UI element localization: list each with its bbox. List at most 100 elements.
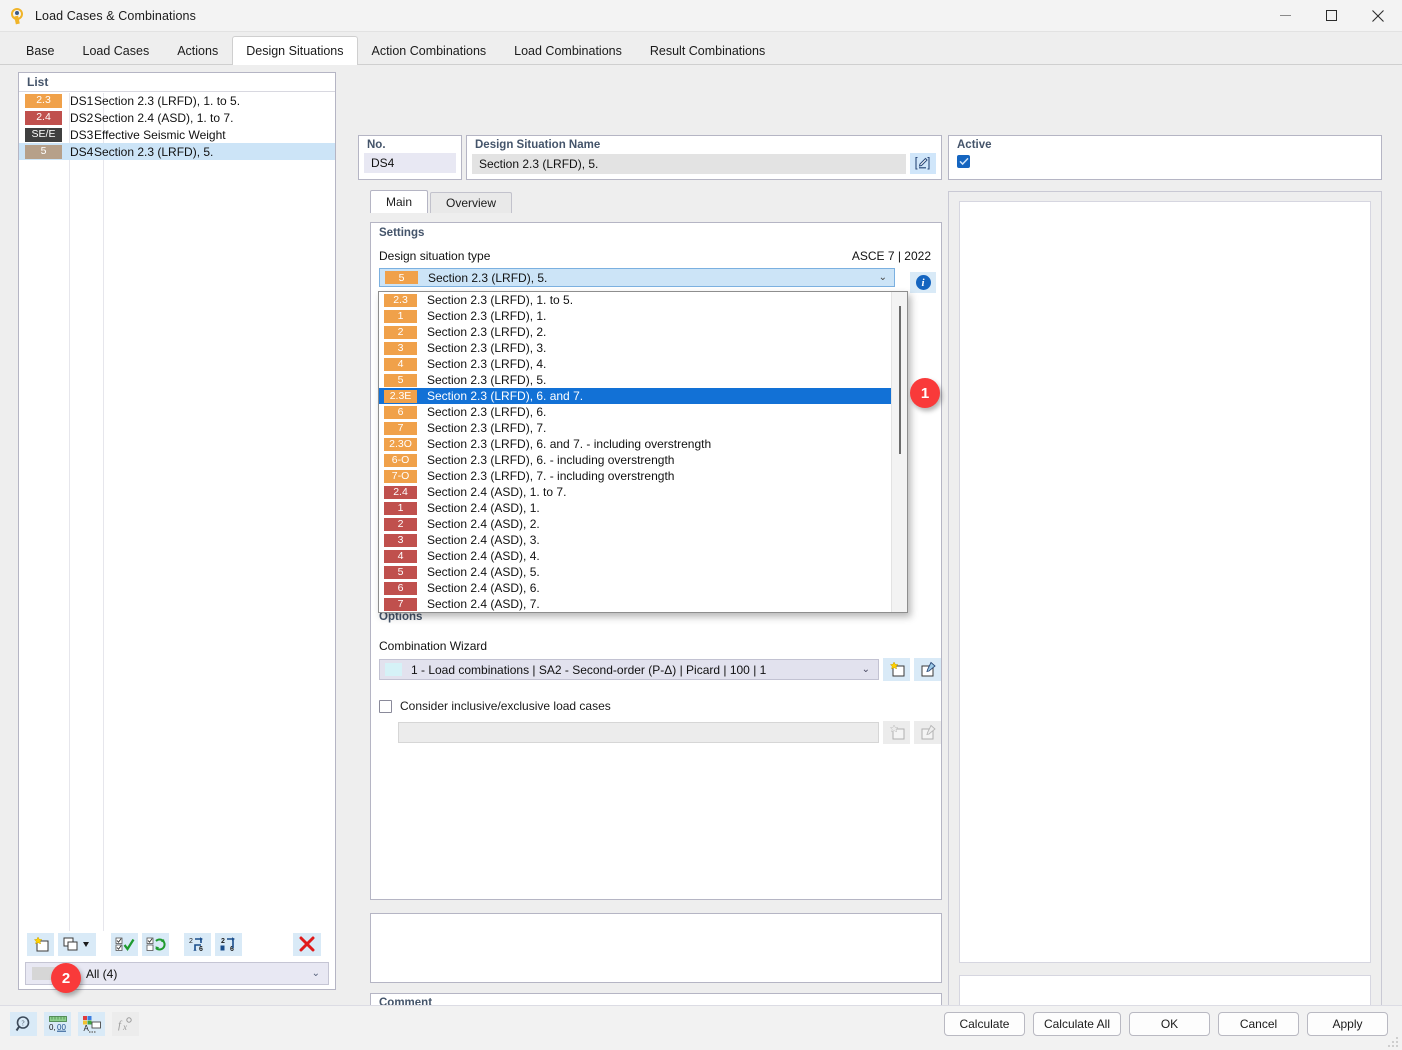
chevron-down-icon[interactable]: ⌄ [862, 664, 870, 675]
edit-pencil-icon[interactable] [910, 153, 936, 174]
combination-wizard-combo[interactable]: 1 - Load combinations | SA2 - Second-ord… [379, 659, 879, 680]
no-value[interactable]: DS4 [364, 153, 456, 173]
item-badge: 3 [384, 341, 417, 355]
item-text: Section 2.3 (LRFD), 6. and 7. [427, 389, 584, 403]
item-text: Section 2.3 (LRFD), 6. and 7. - includin… [427, 437, 712, 451]
item-badge: 1 [384, 309, 417, 323]
dropdown-item[interactable]: 1 Section 2.4 (ASD), 1. [379, 500, 891, 516]
design-situation-name-input[interactable]: Section 2.3 (LRFD), 5. [472, 153, 906, 174]
item-text: Section 2.3 (LRFD), 3. [427, 341, 547, 355]
dropdown-item[interactable]: 1 Section 2.3 (LRFD), 1. [379, 308, 891, 324]
consider-inclusive-checkbox[interactable] [379, 699, 392, 713]
item-text: Section 2.3 (LRFD), 6. [427, 405, 547, 419]
display-properties-icon[interactable]: A [78, 1012, 105, 1036]
check-all-icon[interactable] [111, 932, 138, 956]
dropdown-item[interactable]: 5 Section 2.4 (ASD), 5. [379, 564, 891, 580]
footer-button-group: Calculate Calculate All OK Cancel Apply [943, 1012, 1388, 1036]
dropdown-item[interactable]: 2 Section 2.3 (LRFD), 2. [379, 324, 891, 340]
row-number: DS4 [70, 144, 94, 159]
search-objects-icon[interactable]: ? [10, 1012, 37, 1036]
ok-button[interactable]: OK [1129, 1012, 1210, 1036]
row-name: Effective Seismic Weight [94, 127, 226, 142]
dropdown-item[interactable]: 2 Section 2.4 (ASD), 2. [379, 516, 891, 532]
dropdown-item[interactable]: 3 Section 2.3 (LRFD), 3. [379, 340, 891, 356]
design-situation-type-dropdown[interactable]: 2.3 Section 2.3 (LRFD), 1. to 5. 1 Section… [378, 291, 908, 613]
row-number: DS1 [70, 93, 94, 108]
active-checkbox[interactable] [957, 155, 970, 168]
info-icon[interactable]: i [910, 272, 936, 293]
row-badge: 5 [25, 144, 62, 159]
tab-load-cases[interactable]: Load Cases [69, 37, 164, 64]
renumber-sequential-icon[interactable]: 2 6 [215, 932, 242, 956]
tab-action-combinations[interactable]: Action Combinations [358, 37, 501, 64]
design-situation-type-combo[interactable]: 5 Section 2.3 (LRFD), 5. ⌄ [379, 268, 895, 287]
active-group: Active [948, 135, 1382, 180]
minimize-icon[interactable] [1262, 0, 1308, 32]
apply-button[interactable]: Apply [1307, 1012, 1388, 1036]
dropdown-item[interactable]: 2.3O Section 2.3 (LRFD), 6. and 7. - incl… [379, 436, 891, 452]
design-situations-list-panel: List 2.3 DS1 Section 2.3 (LRFD), 1. to 5… [18, 72, 336, 990]
tab-base[interactable]: Base [12, 37, 69, 64]
dropdown-item[interactable]: 2.3 Section 2.3 (LRFD), 1. to 5. [379, 292, 891, 308]
renumber-icon[interactable]: 2 6 [184, 932, 211, 956]
dropdown-item[interactable]: 6 Section 2.3 (LRFD), 6. [379, 404, 891, 420]
tab-actions[interactable]: Actions [163, 37, 232, 64]
copy-item-dropdown-icon[interactable] [58, 932, 96, 956]
calculate-button[interactable]: Calculate [943, 1012, 1025, 1036]
item-text: Section 2.4 (ASD), 4. [427, 549, 540, 563]
maximize-icon[interactable] [1308, 0, 1354, 32]
dropdown-item[interactable]: 7-O Section 2.3 (LRFD), 7. - including ov… [379, 468, 891, 484]
chevron-down-icon[interactable]: ⌄ [312, 968, 320, 979]
chevron-down-icon[interactable]: ⌄ [879, 272, 887, 283]
preview-canvas[interactable] [959, 201, 1371, 963]
footer-icon-group: ? 0, 00 A f x [10, 1012, 139, 1036]
svg-text:2: 2 [221, 938, 225, 945]
tab-overview[interactable]: Overview [430, 192, 513, 213]
item-badge: 1 [384, 501, 417, 515]
dropdown-item[interactable]: 2.4 Section 2.4 (ASD), 1. to 7. [379, 484, 891, 500]
window-controls [1262, 0, 1402, 32]
edit-wizard-icon[interactable] [914, 658, 941, 681]
tab-main[interactable]: Main [370, 190, 429, 213]
design-situation-name-label: Design Situation Name [475, 139, 601, 151]
close-icon[interactable] [1354, 0, 1402, 32]
item-badge: 2.3E [384, 389, 417, 403]
dropdown-item[interactable]: 7 Section 2.3 (LRFD), 7. [379, 420, 891, 436]
consider-inclusive-row[interactable]: Consider inclusive/exclusive load cases [379, 699, 941, 713]
item-badge: 4 [384, 549, 417, 563]
calculate-all-button[interactable]: Calculate All [1032, 1012, 1121, 1036]
tab-result-combinations[interactable]: Result Combinations [636, 37, 779, 64]
dropdown-item[interactable]: 3 Section 2.4 (ASD), 3. [379, 532, 891, 548]
item-text: Section 2.4 (ASD), 6. [427, 581, 540, 595]
new-wizard-icon[interactable] [883, 658, 910, 681]
dropdown-item[interactable]: 6 Section 2.4 (ASD), 6. [379, 580, 891, 596]
combo-badge: 5 [385, 271, 418, 284]
dropdown-scrollbar[interactable] [891, 292, 907, 612]
tab-design-situations[interactable]: Design Situations [232, 36, 358, 65]
invert-selection-icon[interactable] [142, 932, 169, 956]
item-badge: 2.3 [384, 293, 417, 307]
list-item[interactable]: SE/E DS3 Effective Seismic Weight [19, 126, 335, 143]
dropdown-item[interactable]: 7 Section 2.4 (ASD), 7. [379, 596, 891, 612]
list-rows: 2.3 DS1 Section 2.3 (LRFD), 1. to 5. 2.4… [19, 92, 335, 160]
item-badge: 4 [384, 357, 417, 371]
info-glyph: i [915, 275, 931, 290]
delete-x-icon[interactable] [293, 932, 321, 956]
resize-grip-icon[interactable] [1387, 1036, 1399, 1048]
list-item[interactable]: 2.3 DS1 Section 2.3 (LRFD), 1. to 5. [19, 92, 335, 109]
scrollbar-thumb[interactable] [899, 306, 901, 454]
footer-bar: ? 0, 00 A f x Calculate Calculate All OK… [0, 1005, 1402, 1050]
units-decimal-icon[interactable]: 0, 00 [44, 1012, 71, 1036]
cancel-button[interactable]: Cancel [1218, 1012, 1299, 1036]
dropdown-item[interactable]: 5 Section 2.3 (LRFD), 5. [379, 372, 891, 388]
item-badge: 6 [384, 581, 417, 595]
dropdown-item[interactable]: 6-O Section 2.3 (LRFD), 6. - including ov… [379, 452, 891, 468]
list-item-selected[interactable]: 5 DS4 Section 2.3 (LRFD), 5. [19, 143, 335, 160]
dropdown-item-highlighted[interactable]: 2.3E Section 2.3 (LRFD), 6. and 7. [379, 388, 891, 404]
new-item-icon[interactable] [27, 932, 54, 956]
tab-load-combinations[interactable]: Load Combinations [500, 37, 636, 64]
dropdown-item[interactable]: 4 Section 2.4 (ASD), 4. [379, 548, 891, 564]
dropdown-item[interactable]: 4 Section 2.3 (LRFD), 4. [379, 356, 891, 372]
list-item[interactable]: 2.4 DS2 Section 2.4 (ASD), 1. to 7. [19, 109, 335, 126]
window-title: Load Cases & Combinations [35, 8, 196, 23]
